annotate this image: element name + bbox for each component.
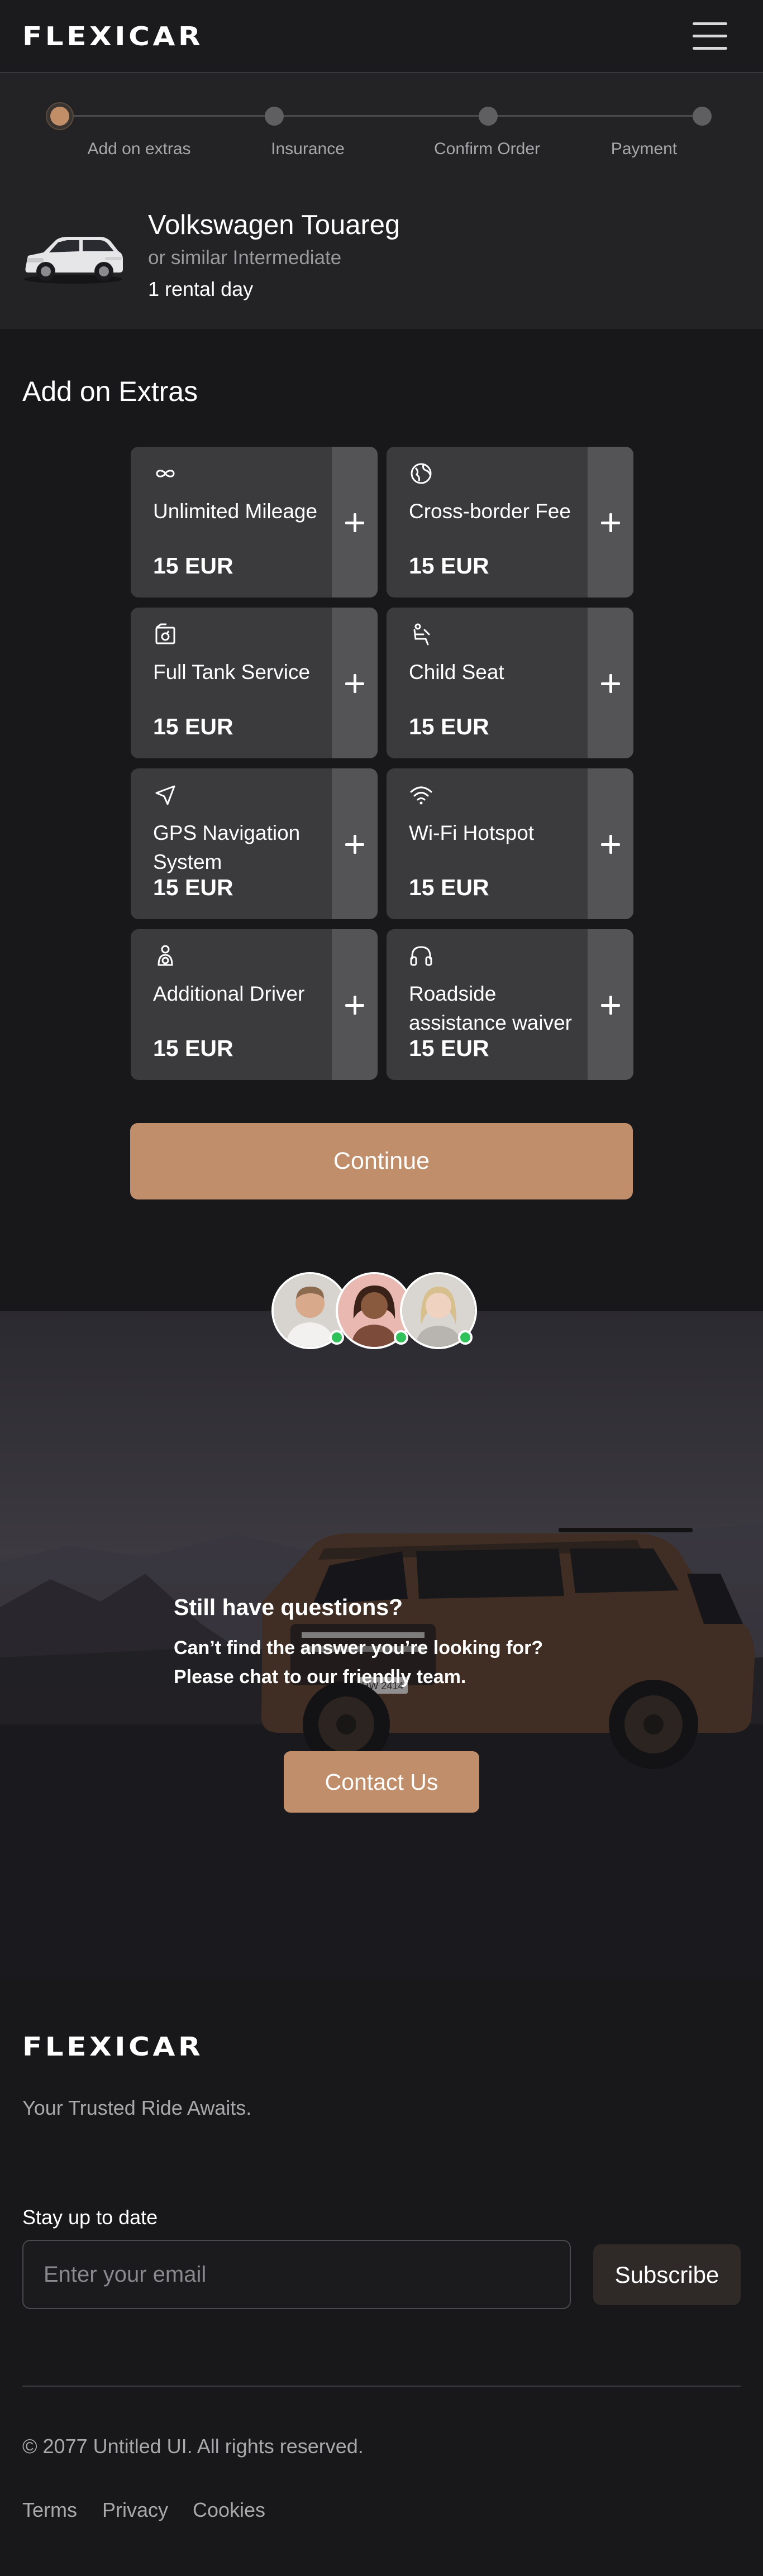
extra-card-child-seat: Child Seat 15 EUR <box>387 608 633 758</box>
extra-price: 15 EUR <box>409 1035 489 1061</box>
footer-tagline: Your Trusted Ride Awaits. <box>22 2096 252 2119</box>
step-indicator-insurance[interactable] <box>265 107 284 126</box>
add-extra-button[interactable] <box>588 768 633 919</box>
add-extra-button[interactable] <box>588 608 633 758</box>
footer-brand-logo[interactable]: FLEXICAR <box>22 2033 203 2061</box>
extra-name: Cross-border Fee <box>409 500 571 523</box>
extra-card-wifi-hotspot: Wi-Fi Hotspot 15 EUR <box>387 768 633 919</box>
add-extra-button[interactable] <box>332 768 378 919</box>
car-class-text: or similar Intermediate <box>148 247 342 269</box>
extra-name: Roadside assistance waiver <box>409 982 573 1034</box>
infinity-icon <box>156 470 175 477</box>
extra-name: Wi-Fi Hotspot <box>409 821 535 844</box>
stepper-track <box>60 115 703 117</box>
extra-name: Unlimited Mileage <box>153 500 318 523</box>
extra-card-additional-driver: Additional Driver 15 EUR <box>131 929 378 1080</box>
car-thumbnail-image <box>24 237 123 284</box>
rental-duration-text: 1 rental day <box>148 278 254 300</box>
continue-button[interactable]: Continue <box>130 1123 633 1199</box>
extra-card-gps-navigation: GPS Navigation System 15 EUR <box>131 768 378 919</box>
add-extra-button[interactable] <box>588 929 633 1080</box>
globe-icon <box>411 463 432 484</box>
extra-price: 15 EUR <box>153 553 233 579</box>
headphones-icon <box>410 946 432 966</box>
extra-price: 15 EUR <box>153 1035 233 1061</box>
step-label-add-on-extras: Add on extras <box>87 140 191 158</box>
extra-name: GPS Navigation System <box>153 821 301 873</box>
extra-price: 15 EUR <box>409 553 489 579</box>
add-extra-button[interactable] <box>332 447 378 598</box>
extra-name: Full Tank Service <box>153 661 311 684</box>
extra-card-cross-border-fee: Cross-border Fee 15 EUR <box>387 447 633 598</box>
step-label-confirm-order: Confirm Order <box>433 140 541 158</box>
contact-subtext: Can’t find the answer you’re looking for… <box>174 1637 543 1688</box>
booking-summary-panel <box>0 73 763 329</box>
extra-name: Additional Driver <box>153 982 305 1005</box>
step-indicator-payment[interactable] <box>693 107 712 126</box>
subscribe-button[interactable]: Subscribe <box>593 2244 741 2305</box>
extra-card-roadside-assistance: Roadside assistance waiver 15 EUR <box>387 929 633 1080</box>
extra-price: 15 EUR <box>153 874 233 900</box>
step-indicator-confirm-order[interactable] <box>479 107 498 126</box>
newsletter-label: Stay up to date <box>22 2206 158 2229</box>
extras-section-title: Add on Extras <box>22 376 198 407</box>
footer-link-cookies[interactable]: Cookies <box>193 2498 265 2522</box>
extra-price: 15 EUR <box>409 874 489 900</box>
step-label-insurance: Insurance <box>271 140 345 158</box>
extra-price: 15 EUR <box>153 714 233 739</box>
footer-divider <box>22 2386 741 2387</box>
navigation-arrow-icon <box>155 785 175 805</box>
extra-card-full-tank-service: Full Tank Service 15 EUR <box>131 608 378 758</box>
brand-logo[interactable]: FLEXICAR <box>22 22 203 50</box>
add-extra-button[interactable] <box>332 608 378 758</box>
online-status-dot <box>458 1330 473 1345</box>
add-extra-button[interactable] <box>332 929 378 1080</box>
wifi-icon <box>410 786 432 805</box>
extra-name: Child Seat <box>409 661 504 684</box>
car-model-name: Volkswagen Touareg <box>148 210 400 240</box>
hamburger-menu-icon[interactable] <box>693 21 727 51</box>
footer-link-terms[interactable]: Terms <box>22 2498 77 2522</box>
site-header: FLEXICAR <box>0 0 763 73</box>
child-seat-icon <box>413 623 430 646</box>
copyright-text: © 2077 Untitled UI. All rights reserved. <box>22 2435 364 2458</box>
driver-icon <box>158 945 173 966</box>
footer-link-privacy[interactable]: Privacy <box>102 2498 168 2522</box>
email-field[interactable] <box>22 2240 571 2309</box>
add-extra-button[interactable] <box>588 447 633 598</box>
fuel-pump-icon <box>155 623 175 644</box>
extra-price: 15 EUR <box>409 714 489 739</box>
extra-card-unlimited-mileage: Unlimited Mileage 15 EUR <box>131 447 378 598</box>
step-label-payment: Payment <box>611 140 678 158</box>
step-indicator-add-on-extras[interactable] <box>50 107 69 126</box>
contact-heading: Still have questions? <box>174 1594 403 1620</box>
contact-us-button[interactable]: Contact Us <box>284 1751 479 1813</box>
